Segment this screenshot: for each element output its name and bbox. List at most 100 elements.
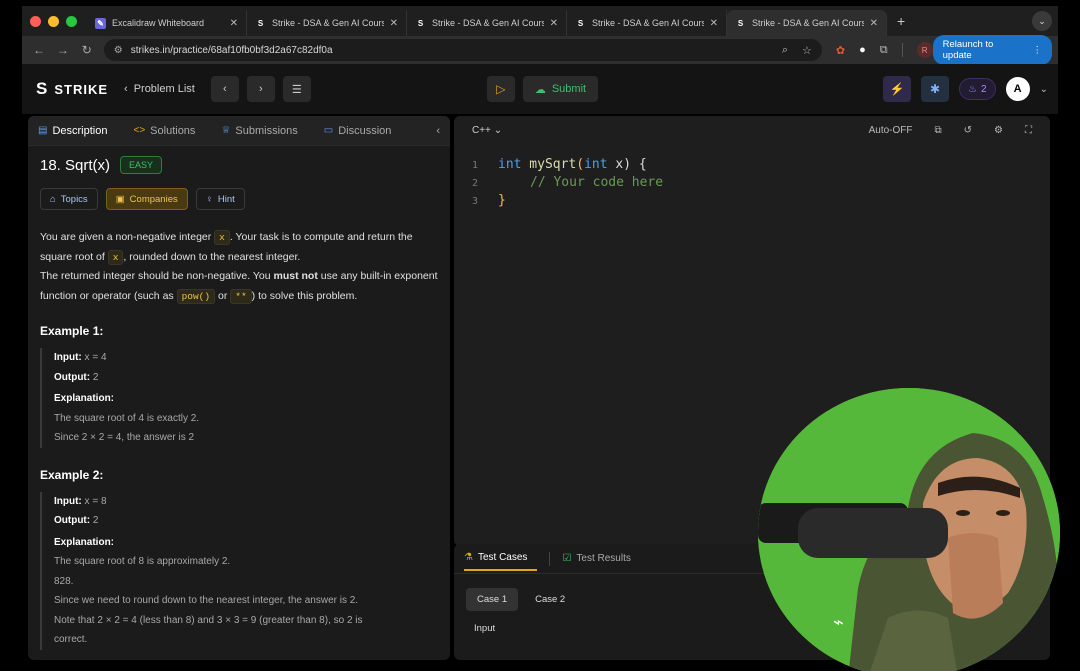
browser-tab[interactable]: S Strike - DSA & Gen AI Course ✕: [247, 10, 407, 36]
browser-tab-bar: ✎ Excalidraw Whiteboard ✕ S Strike - DSA…: [22, 6, 1058, 36]
close-tab-icon[interactable]: ✕: [710, 18, 718, 29]
problem-list-label: Problem List: [133, 83, 195, 95]
tab-test-cases[interactable]: ⚗ Test Cases: [464, 552, 538, 571]
strike-logo[interactable]: S STRIKE: [36, 79, 108, 99]
code-line: 1 int mySqrt(int x) {: [472, 156, 1050, 174]
user-avatar[interactable]: A: [1005, 77, 1030, 101]
copy-icon[interactable]: ⧉: [935, 125, 942, 136]
language-label: C++: [472, 124, 491, 136]
submit-button[interactable]: ☁ Submit: [522, 76, 599, 102]
companies-button[interactable]: ▣ Companies: [105, 188, 188, 210]
description-panel: ▤ Description <> Solutions ♕ Submissions…: [28, 116, 450, 660]
problem-list-link[interactable]: ‹ Problem List: [124, 83, 195, 95]
new-tab-button[interactable]: +: [897, 13, 905, 29]
code-token: (: [576, 157, 585, 172]
explanation-label: Explanation:: [54, 393, 115, 404]
code-token: }: [498, 193, 506, 208]
desc-text: , rounded down to the nearest integer.: [123, 250, 301, 263]
browser-tab[interactable]: S Strike - DSA & Gen AI Course ✕: [567, 10, 727, 36]
explanation-line: Since 2 × 2 = 4, the answer is 2: [54, 432, 195, 443]
explanation-line: The square root of 4 is exactly 2.: [54, 412, 200, 424]
strike-icon: S: [257, 18, 264, 28]
case-2-button[interactable]: Case 2: [524, 588, 576, 611]
puzzle-icon[interactable]: ⧉: [880, 44, 888, 57]
explanation-line: Since we need to round down to the neare…: [54, 595, 359, 606]
close-window-button[interactable]: [30, 15, 41, 27]
next-problem-button[interactable]: ›: [246, 76, 275, 102]
browser-tab[interactable]: ✎ Excalidraw Whiteboard ✕: [87, 10, 247, 36]
chevron-left-icon: ‹: [124, 83, 128, 95]
address-bar-row: ← → ↻ ⚙ strikes.in/practice/68af10fb0bf3…: [22, 35, 1058, 65]
close-tab-icon[interactable]: ✕: [230, 18, 238, 29]
browser-tab-active[interactable]: S Strike - DSA & Gen AI Course ✕: [727, 10, 887, 36]
maximize-window-button[interactable]: [66, 15, 77, 27]
line-number: 3: [472, 196, 479, 207]
tab-discussion[interactable]: ▭ Discussion: [324, 125, 392, 137]
tab-search-button[interactable]: ⌄: [1032, 11, 1052, 31]
code-line: 2 // Your code here: [472, 174, 1050, 192]
flame-icon: ♨: [968, 83, 978, 95]
code-area[interactable]: 1 int mySqrt(int x) { 2// Your code here …: [454, 144, 1050, 210]
collapse-panel-icon[interactable]: ‹: [436, 125, 440, 137]
browser-tab[interactable]: S Strike - DSA & Gen AI Course ✕: [407, 10, 567, 36]
language-select[interactable]: C++ ⌄: [472, 125, 502, 136]
case-1-button[interactable]: Case 1: [466, 588, 519, 611]
hint-button[interactable]: ♀ Hint: [195, 188, 245, 210]
zoom-icon[interactable]: ⌕: [782, 44, 788, 57]
chevron-down-icon[interactable]: ⌄: [1040, 84, 1048, 95]
tab-submissions[interactable]: ♕ Submissions: [221, 125, 297, 137]
back-icon[interactable]: ←: [32, 43, 46, 57]
prev-problem-button[interactable]: ‹: [210, 76, 239, 102]
output-value: 2: [92, 371, 99, 383]
extension-icon[interactable]: ✿: [836, 44, 845, 57]
tab-label: Solutions: [150, 124, 196, 137]
fullscreen-icon[interactable]: ⛶: [1025, 125, 1032, 136]
profile-avatar[interactable]: R: [916, 42, 933, 58]
webcam-person-image: ⌁: [758, 388, 1060, 671]
bug-icon[interactable]: ✱: [921, 76, 950, 102]
settings-icon[interactable]: ⚙: [994, 125, 1003, 136]
url-input[interactable]: ⚙ strikes.in/practice/68af10fb0bf3d2a67c…: [103, 39, 822, 61]
window-controls: [30, 15, 77, 27]
tab-label: Test Cases: [477, 552, 528, 563]
tab-title: Strike - DSA & Gen AI Course: [752, 18, 864, 28]
line-number: 2: [472, 178, 479, 189]
explanation-line: The square root of 8 is approximately 2.: [54, 556, 231, 567]
trophy-icon: ♕: [221, 125, 231, 136]
input-label: Input:: [54, 495, 82, 507]
close-tab-icon[interactable]: ✕: [870, 18, 878, 29]
tab-description[interactable]: ▤ Description: [38, 125, 107, 137]
url-text: strikes.in/practice/68af10fb0bf3d2a67c82…: [130, 44, 333, 56]
relaunch-button[interactable]: Relaunch to update ⋮: [932, 35, 1052, 65]
site-info-icon[interactable]: ⚙: [114, 45, 123, 56]
reload-icon[interactable]: ↻: [80, 43, 94, 57]
tab-test-results[interactable]: ☑ Test Results: [562, 553, 640, 570]
tab-title: Strike - DSA & Gen AI Course: [272, 18, 384, 28]
streak-badge[interactable]: ♨ 2: [959, 78, 996, 100]
submit-label: Submit: [551, 83, 587, 95]
inline-code: **: [230, 288, 252, 304]
reset-icon[interactable]: ↺: [964, 125, 972, 136]
close-tab-icon[interactable]: ✕: [550, 18, 558, 29]
problem-title: 18. Sqrt(x): [40, 156, 111, 174]
topics-button[interactable]: ⌂ Topics: [40, 188, 98, 210]
lightbulb-icon: ♀: [205, 193, 213, 205]
extension-icon[interactable]: ●: [859, 44, 866, 56]
auto-toggle[interactable]: Auto-OFF: [869, 125, 913, 136]
code-line: 3}: [472, 192, 1050, 210]
minimize-window-button[interactable]: [48, 15, 59, 27]
problem-description: You are given a non-negative integer x. …: [40, 228, 438, 306]
tab-solutions[interactable]: <> Solutions: [133, 125, 195, 137]
desc-text: You are given a non-negative integer: [40, 231, 215, 243]
bookmark-star-icon[interactable]: ☆: [802, 44, 812, 57]
lightning-icon[interactable]: ⚡: [883, 76, 912, 102]
streak-count: 2: [981, 83, 987, 95]
example-input: Input: x = 4: [54, 348, 438, 368]
run-button[interactable]: ▷: [486, 76, 515, 102]
example-output: Output: 2: [54, 511, 438, 531]
flask-icon: ⚗: [464, 552, 473, 563]
close-tab-icon[interactable]: ✕: [390, 18, 398, 29]
forward-icon[interactable]: →: [56, 43, 70, 57]
code-comment: // Your code here: [530, 175, 664, 190]
list-icon[interactable]: ☰: [282, 76, 311, 102]
